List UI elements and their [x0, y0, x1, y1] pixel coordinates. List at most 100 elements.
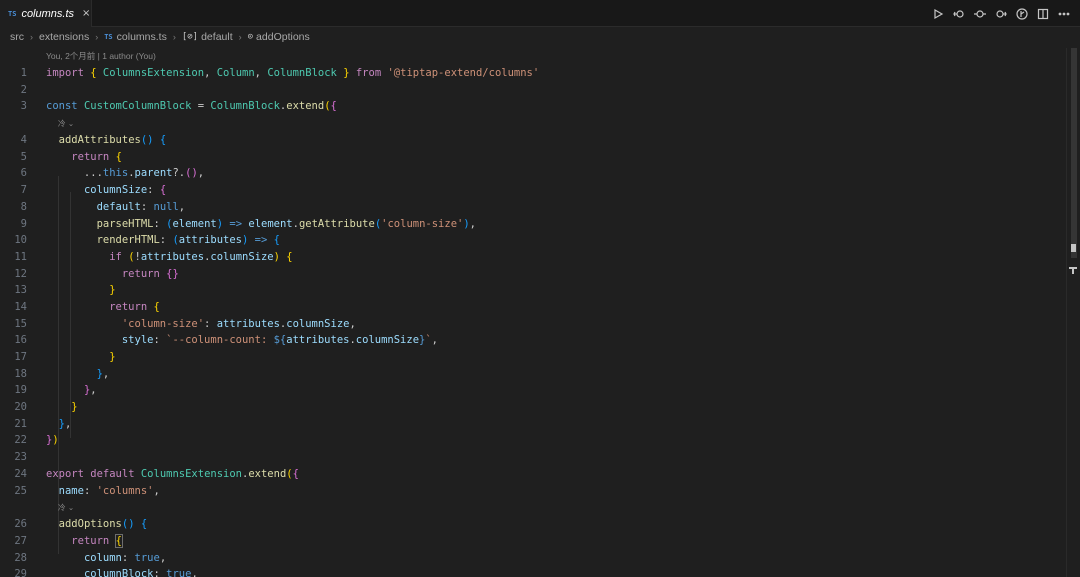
line-number: 25 — [14, 484, 27, 497]
line-number: 17 — [14, 351, 27, 363]
code-line[interactable]: 15 'column-size': attributes.columnSize, — [0, 316, 1064, 333]
inlay-hint[interactable]: 冷 ⌄ — [0, 499, 1064, 516]
line-code: } — [109, 351, 116, 363]
code-line[interactable]: 9 parseHTML: (element) => element.getAtt… — [0, 216, 1064, 233]
editor-scrollbar[interactable] — [1066, 48, 1080, 577]
line-number: 21 — [14, 417, 27, 430]
line-number: 3 — [20, 100, 27, 113]
code-line[interactable]: 2 — [0, 82, 1064, 99]
chevron-right-icon: › — [30, 31, 33, 42]
code-line[interactable]: 24 export default ColumnsExtension.extend… — [0, 466, 1064, 483]
git-blame-lens[interactable]: You, 2个月前 | 1 author (You) — [0, 48, 1064, 65]
code-line[interactable]: 8 default: null, — [0, 199, 1064, 216]
breadcrumb: src › extensions › TS columns.ts › [⊘] d… — [10, 28, 310, 45]
close-icon[interactable]: × — [82, 8, 90, 19]
code-line[interactable]: 14 return { — [0, 299, 1064, 316]
breadcrumb-src[interactable]: src — [10, 31, 24, 43]
line-number: 19 — [14, 384, 27, 397]
code-line[interactable]: 22}) — [0, 432, 1064, 449]
line-number: 22 — [14, 434, 27, 447]
line-code: ...this.parent?.(), — [46, 167, 205, 180]
code-line[interactable]: 7 columnSize: { — [0, 182, 1064, 199]
line-code: const CustomColumnBlock = ColumnBlock.ex… — [46, 100, 337, 113]
code-line[interactable]: 3 const CustomColumnBlock = ColumnBlock.e… — [0, 98, 1064, 115]
commit-icon[interactable] — [973, 7, 986, 20]
code-line[interactable]: 6 ...this.parent?.(), — [0, 165, 1064, 182]
code-line[interactable]: 17 } — [0, 349, 1064, 366]
line-number: 5 — [20, 150, 27, 163]
code-line[interactable]: 23 — [0, 449, 1064, 466]
line-number: 20 — [14, 401, 27, 414]
line-code: addOptions() { — [58, 518, 148, 531]
line-code: 'column-size': attributes.columnSize, — [121, 317, 356, 330]
line-number: 9 — [20, 217, 27, 230]
code-line[interactable]: 16 style: `--column-count: ${attributes.… — [0, 332, 1064, 349]
branch-icon[interactable] — [1015, 7, 1028, 20]
tab-title: columns.ts — [21, 7, 75, 20]
more-actions-icon[interactable] — [1057, 7, 1070, 20]
line-number: 27 — [14, 534, 27, 547]
line-code: return { — [71, 150, 122, 163]
line-code: }) — [46, 434, 59, 447]
line-code: style: `--column-count: ${attributes.col… — [121, 334, 438, 347]
go-forward-icon[interactable] — [994, 7, 1007, 20]
line-number: 2 — [20, 83, 27, 96]
code-line[interactable]: 19 }, — [0, 382, 1064, 399]
line-number: 12 — [14, 267, 27, 280]
line-code: return {} — [121, 267, 179, 280]
line-number: 1 — [20, 67, 27, 79]
code-line[interactable]: 10 renderHTML: (attributes) => { — [0, 232, 1064, 249]
line-code: renderHTML: (attributes) => { — [96, 234, 280, 247]
code-line[interactable]: 29 columnBlock: true, — [0, 566, 1064, 577]
chevron-right-icon: › — [95, 31, 99, 42]
line-number: 23 — [14, 451, 27, 464]
code-line[interactable]: 12 return {} — [0, 266, 1064, 283]
line-number: 26 — [14, 518, 27, 531]
chevron-right-icon: › — [238, 31, 242, 42]
line-number: 28 — [14, 551, 27, 564]
code-line[interactable]: 1 import { ColumnsExtension, Column, Colu… — [0, 65, 1064, 82]
code-line[interactable]: 11 if (!attributes.columnSize) { — [0, 249, 1064, 266]
line-number: 6 — [20, 167, 27, 180]
split-editor-icon[interactable] — [1036, 7, 1049, 20]
line-code: } — [71, 401, 78, 414]
line-number: 10 — [14, 234, 27, 247]
code-line[interactable]: 18 }, — [0, 366, 1064, 383]
code-line[interactable]: 25 name: 'columns', — [0, 483, 1064, 500]
line-number: 8 — [20, 200, 27, 213]
inlay-hint[interactable]: 冷 ⌄ — [0, 115, 1064, 132]
code-line[interactable]: 4 addAttributes() { — [0, 132, 1064, 149]
tab-columns-ts[interactable]: TS columns.ts × — [0, 0, 92, 27]
breadcrumb-default[interactable]: default — [201, 31, 233, 43]
code-line[interactable]: 13 } — [0, 282, 1064, 299]
line-number: 24 — [14, 467, 27, 480]
code-line[interactable]: 21 }, — [0, 416, 1064, 433]
line-code: columnBlock: true, — [83, 568, 198, 577]
line-number: 29 — [14, 568, 27, 577]
go-back-icon[interactable] — [952, 7, 965, 20]
run-icon[interactable] — [931, 7, 944, 20]
code-line[interactable]: 26 addOptions() { — [0, 516, 1064, 533]
code-line[interactable]: 27 return { — [0, 533, 1064, 550]
code-line[interactable]: 28 column: true, — [0, 550, 1064, 567]
breadcrumb-extensions[interactable]: extensions — [39, 31, 89, 43]
line-code: }, — [58, 417, 72, 430]
cursor-marker — [1072, 269, 1074, 274]
line-number: 15 — [14, 317, 27, 330]
code-editor[interactable]: You, 2个月前 | 1 author (You) 1 import { Col… — [0, 48, 1064, 577]
scrollbar-thumb[interactable] — [1071, 48, 1077, 258]
line-code: default: null, — [96, 200, 186, 213]
code-line[interactable]: 20 } — [0, 399, 1064, 416]
code-line[interactable]: 5 return { — [0, 149, 1064, 166]
editor-actions — [931, 0, 1070, 27]
line-number: 11 — [14, 250, 27, 263]
tab-bar: TS columns.ts × — [0, 0, 1080, 27]
line-code: return { — [71, 533, 123, 548]
line-number: 16 — [14, 334, 27, 347]
line-code: parseHTML: (element) => element.getAttri… — [96, 217, 476, 230]
line-number: 14 — [14, 300, 27, 313]
breadcrumb-file[interactable]: columns.ts — [117, 31, 167, 43]
breadcrumb-method[interactable]: addOptions — [256, 31, 310, 43]
typescript-file-icon: TS — [8, 9, 17, 18]
line-code: }, — [96, 367, 110, 380]
